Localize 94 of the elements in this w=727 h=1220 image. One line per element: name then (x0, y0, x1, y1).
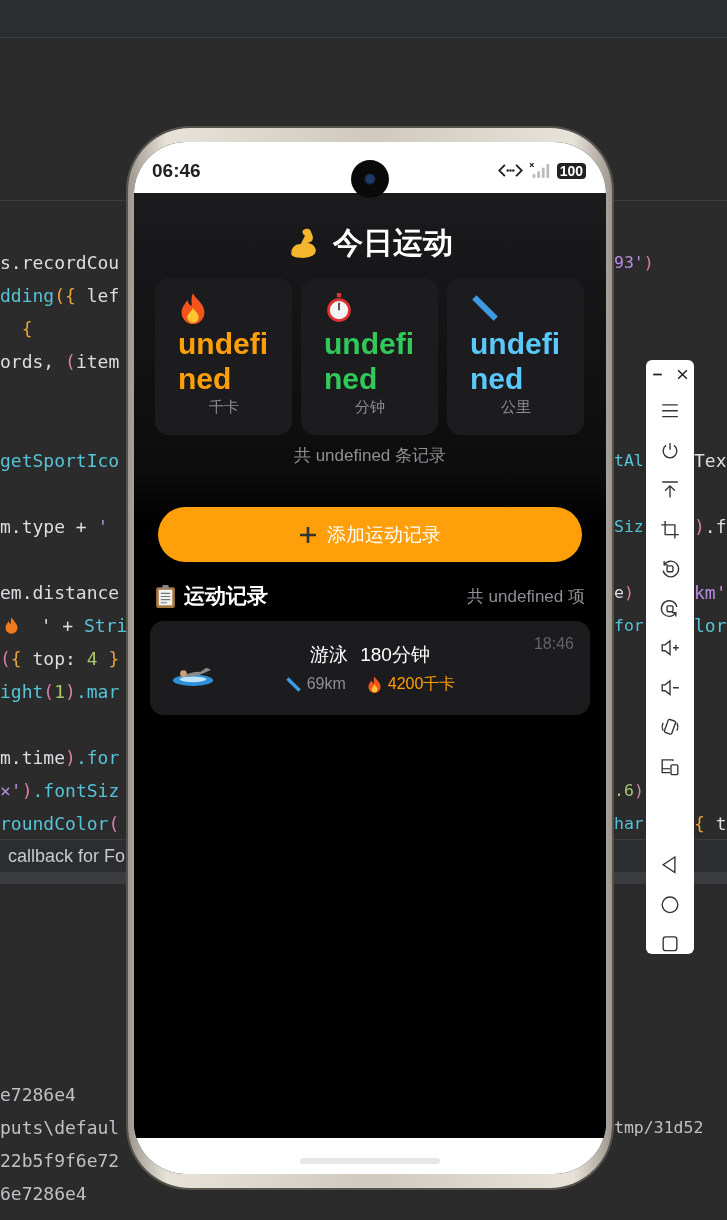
code-text: ) (633, 780, 644, 802)
code-text: dding (0, 284, 55, 308)
status-time: 06:46 (152, 159, 201, 182)
code-text: item (75, 350, 120, 374)
code-text: { (694, 812, 705, 836)
code-text: Tex (694, 449, 727, 473)
code-text: .for (75, 746, 120, 770)
code-text: ' + (39, 614, 75, 638)
sport-duration: 180分钟 (360, 642, 430, 667)
ruler-icon (284, 675, 302, 693)
code-text: 93' (614, 252, 644, 274)
code-text: ) (65, 680, 76, 704)
code-text: for (614, 615, 644, 637)
console-text: puts\defaul (0, 1116, 120, 1140)
calories-text: 4200千卡 (387, 673, 456, 694)
code-text: s.recordCou (0, 251, 120, 275)
code-text: getSportIco (0, 449, 120, 473)
code-text: ) (694, 515, 705, 539)
status-text: callback for Fo (8, 845, 126, 867)
console-text: 22b5f9f6e72 (0, 1149, 120, 1173)
code-text: ) (21, 779, 33, 803)
code-text: .f (704, 515, 727, 539)
upload-icon[interactable] (660, 480, 680, 500)
home-icon[interactable] (660, 894, 680, 915)
console-text: e7286e4 (0, 1083, 76, 1107)
clipboard-icon (155, 583, 176, 609)
rotate-left-icon[interactable] (660, 559, 680, 579)
code-text: ' (97, 515, 109, 539)
code-text: lor (694, 614, 727, 638)
code-text: m.type + (0, 515, 88, 539)
code-text: e (614, 582, 624, 604)
battery-indicator: 100 (556, 162, 586, 179)
code-text: ×' (0, 779, 22, 803)
distance-text: 69km (306, 675, 346, 693)
code-text: { (20, 317, 33, 341)
volume-down-icon[interactable] (660, 677, 680, 698)
record-card[interactable]: 游泳 180分钟 69km 4200千卡 18:46 (150, 621, 590, 715)
stat-unit: 千卡 (208, 398, 239, 417)
rotate-phone-icon[interactable] (660, 717, 680, 737)
stat-unit: 公里 (500, 398, 531, 417)
code-text: { (10, 647, 22, 671)
page-title: 今日运动 (333, 224, 453, 261)
code-text: ( (108, 812, 120, 836)
code-text: tAl (614, 450, 644, 472)
code-text: lef (85, 284, 120, 308)
stat-value: undefined (178, 326, 269, 396)
code-text: .6 (614, 780, 634, 802)
console-text: tmp/31d52 (614, 1117, 704, 1139)
code-text: top: (31, 647, 77, 671)
code-text: ight (0, 680, 44, 704)
code-text: km' (694, 581, 727, 605)
plus-icon (299, 525, 317, 544)
fire-icon (365, 675, 383, 693)
code-text: ({ (54, 284, 76, 308)
power-icon[interactable] (660, 440, 680, 461)
code-text: .fontSiz (32, 779, 120, 803)
code-text: .mar (75, 680, 120, 704)
stat-value: undefined (470, 326, 561, 396)
record-summary: 共 undefined 条记录 (292, 445, 448, 467)
code-text: m.time (0, 746, 66, 770)
code-text: em.distance (0, 581, 120, 605)
record-time: 18:46 (533, 635, 574, 653)
rotate-right-icon[interactable] (660, 598, 680, 619)
crop-icon[interactable] (660, 519, 680, 540)
stat-unit: 分钟 (354, 398, 385, 417)
code-text: Stri (84, 614, 128, 638)
code-text: } (107, 647, 120, 671)
ruler-icon (470, 292, 500, 324)
code-text: ( (43, 680, 55, 704)
code-text: 1 (54, 680, 66, 704)
code-text: ) (623, 582, 634, 604)
code-text: ) (643, 252, 654, 274)
code-text: roundColor (0, 812, 109, 836)
code-text: Siz (614, 516, 644, 538)
devices-icon[interactable] (660, 756, 680, 777)
code-icon (497, 163, 523, 178)
stat-value: undefined (324, 326, 415, 396)
recents-icon[interactable] (660, 934, 680, 954)
signal-icon (528, 162, 551, 179)
code-text: ) (65, 746, 76, 770)
console-text: 6e7286e4 (0, 1182, 87, 1206)
code-text: har (614, 813, 644, 835)
record-count: 共 undefined 项 (466, 585, 585, 608)
code-text: t (714, 812, 727, 836)
close-icon[interactable] (676, 368, 689, 381)
code-text: ( (0, 647, 11, 671)
code-text: 4 (86, 647, 98, 671)
volume-up-icon[interactable] (660, 638, 680, 658)
code-text: ords, (0, 350, 56, 374)
sport-type: 游泳 (310, 642, 349, 667)
code-text: ( (65, 350, 76, 374)
fire-icon (4, 616, 19, 635)
stopwatch-icon (324, 292, 354, 324)
section-title: 运动记录 (184, 583, 268, 609)
